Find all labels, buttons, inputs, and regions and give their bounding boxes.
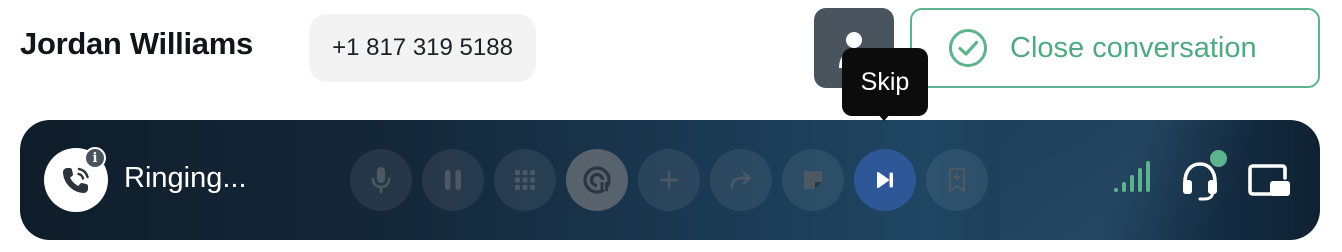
signal-icon [1112,158,1152,198]
phone-number: +1 817 319 5188 [332,34,513,61]
skip-tooltip-text: Skip [860,67,910,96]
add-participant-button[interactable] [638,149,700,211]
close-conversation-label: Close conversation [1010,31,1257,64]
microphone-icon [371,167,391,194]
note-button[interactable] [782,149,844,211]
transfer-icon [730,171,751,189]
skip-icon [877,172,893,188]
keypad-icon [515,170,535,190]
skip-button[interactable] [854,149,916,211]
close-conversation-button[interactable]: Close conversation [910,8,1320,88]
skip-tooltip-arrow [876,112,892,121]
presence-indicator [1210,150,1227,167]
bookmark-icon [948,167,966,193]
phone-ringing-icon [63,167,89,193]
pause-icon [445,170,461,190]
contact-name: Jordan Williams [20,26,253,61]
record-icon [583,166,611,194]
record-button[interactable] [566,149,628,211]
transfer-button[interactable] [710,149,772,211]
note-icon [804,171,822,189]
keypad-button[interactable] [494,149,556,211]
hold-button[interactable] [422,149,484,211]
phone-number-pill[interactable]: +1 817 319 5188 [309,14,536,82]
call-control-bar: i Ringing... [20,120,1320,240]
mute-button[interactable] [350,149,412,211]
call-status-text: Ringing... [124,162,247,194]
check-circle-icon [949,29,987,67]
bookmark-button[interactable] [926,149,988,211]
picture-in-picture-icon [1248,164,1290,196]
info-icon[interactable]: i [84,147,106,169]
skip-tooltip: Skip [842,48,928,116]
picture-in-picture-button[interactable] [1246,160,1292,200]
plus-icon [659,170,679,190]
